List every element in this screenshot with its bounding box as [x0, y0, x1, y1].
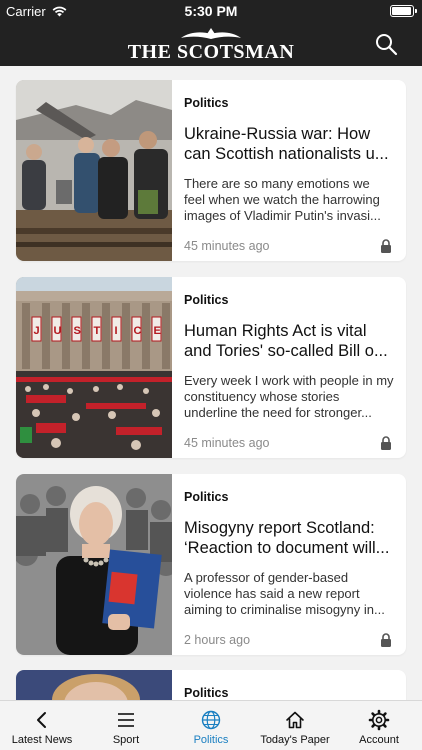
article-card[interactable]: J U S T I C E Politics Human Rights Act …: [16, 277, 406, 458]
chevron-left-icon: [37, 712, 46, 728]
tab-todays-paper[interactable]: Today's Paper: [253, 701, 337, 750]
article-photo-refugees: [16, 80, 172, 261]
banner-letter: S: [74, 325, 81, 337]
lock-icon: [381, 239, 391, 253]
battery-icon: [390, 5, 417, 17]
article-card[interactable]: Politics: [16, 670, 406, 700]
banner-letter: J: [34, 325, 40, 337]
tab-sport[interactable]: Sport: [84, 701, 168, 750]
article-content: Politics Ukraine-Russia war: How can Sco…: [184, 96, 394, 261]
tab-account[interactable]: Account: [337, 701, 421, 750]
article-thumbnail[interactable]: J U S T I C E: [16, 277, 172, 458]
article-card[interactable]: Politics Misogyny report Scotland: ‘Reac…: [16, 474, 406, 655]
article-headline[interactable]: Human Rights Act is vital and Tories' so…: [184, 321, 394, 361]
search-button[interactable]: [374, 32, 398, 56]
status-bar: Carrier 5:30 PM: [0, 0, 422, 22]
article-time: 2 hours ago: [184, 633, 251, 647]
article-card[interactable]: Politics Ukraine-Russia war: How can Sco…: [16, 80, 406, 261]
tab-label: Politics: [193, 734, 229, 746]
banner-letter: E: [154, 325, 161, 337]
article-photo-portrait: [16, 670, 172, 700]
globe-icon: [201, 710, 221, 730]
banner-letter: I: [115, 325, 118, 337]
masthead-title: THE SCOTSMAN: [127, 41, 295, 63]
article-section[interactable]: Politics: [184, 686, 394, 700]
masthead-logo[interactable]: THE SCOTSMAN: [0, 28, 422, 62]
article-section[interactable]: Politics: [184, 293, 394, 307]
banner-letter: T: [94, 325, 101, 337]
lock-icon: [381, 633, 391, 647]
gear-icon: [368, 709, 390, 731]
article-content: Politics: [184, 686, 394, 700]
tab-latest-news[interactable]: Latest News: [0, 701, 84, 750]
tab-label: Latest News: [11, 734, 73, 746]
article-photo-professor: [16, 474, 172, 655]
tab-label: Today's Paper: [260, 734, 330, 746]
article-headline[interactable]: Misogyny report Scotland: ‘Reaction to d…: [184, 518, 394, 558]
article-photo-justice-rally: J U S T I C E: [16, 277, 172, 458]
crest-icon: [181, 28, 241, 39]
article-section[interactable]: Politics: [184, 96, 394, 110]
article-thumbnail[interactable]: [16, 670, 172, 700]
tab-label: Account: [359, 734, 399, 746]
article-thumbnail[interactable]: [16, 474, 172, 655]
article-time: 45 minutes ago: [184, 239, 270, 253]
article-content: Politics Misogyny report Scotland: ‘Reac…: [184, 490, 394, 655]
tab-label: Sport: [112, 734, 140, 746]
article-content: Politics Human Rights Act is vital and T…: [184, 293, 394, 458]
article-summary: There are so many emotions we feel when …: [184, 176, 381, 223]
home-icon: [286, 711, 304, 729]
article-time: 45 minutes ago: [184, 436, 270, 450]
banner-letter: U: [54, 325, 62, 337]
article-section[interactable]: Politics: [184, 490, 394, 504]
status-time: 5:30 PM: [184, 3, 238, 19]
bottom-tab-bar: Latest News Sport Politics Today's Paper: [0, 700, 422, 750]
article-summary: Every week I work with people in my cons…: [184, 373, 394, 420]
article-headline[interactable]: Ukraine-Russia war: How can Scottish nat…: [184, 124, 394, 164]
banner-letter: C: [134, 325, 142, 337]
article-summary: A professor of gender-based violence has…: [184, 570, 385, 617]
article-thumbnail[interactable]: [16, 80, 172, 261]
app-header: THE SCOTSMAN: [0, 22, 422, 66]
menu-icon: [118, 713, 134, 727]
lock-icon: [381, 436, 391, 450]
tab-politics[interactable]: Politics: [169, 701, 253, 750]
search-icon: [376, 34, 398, 56]
